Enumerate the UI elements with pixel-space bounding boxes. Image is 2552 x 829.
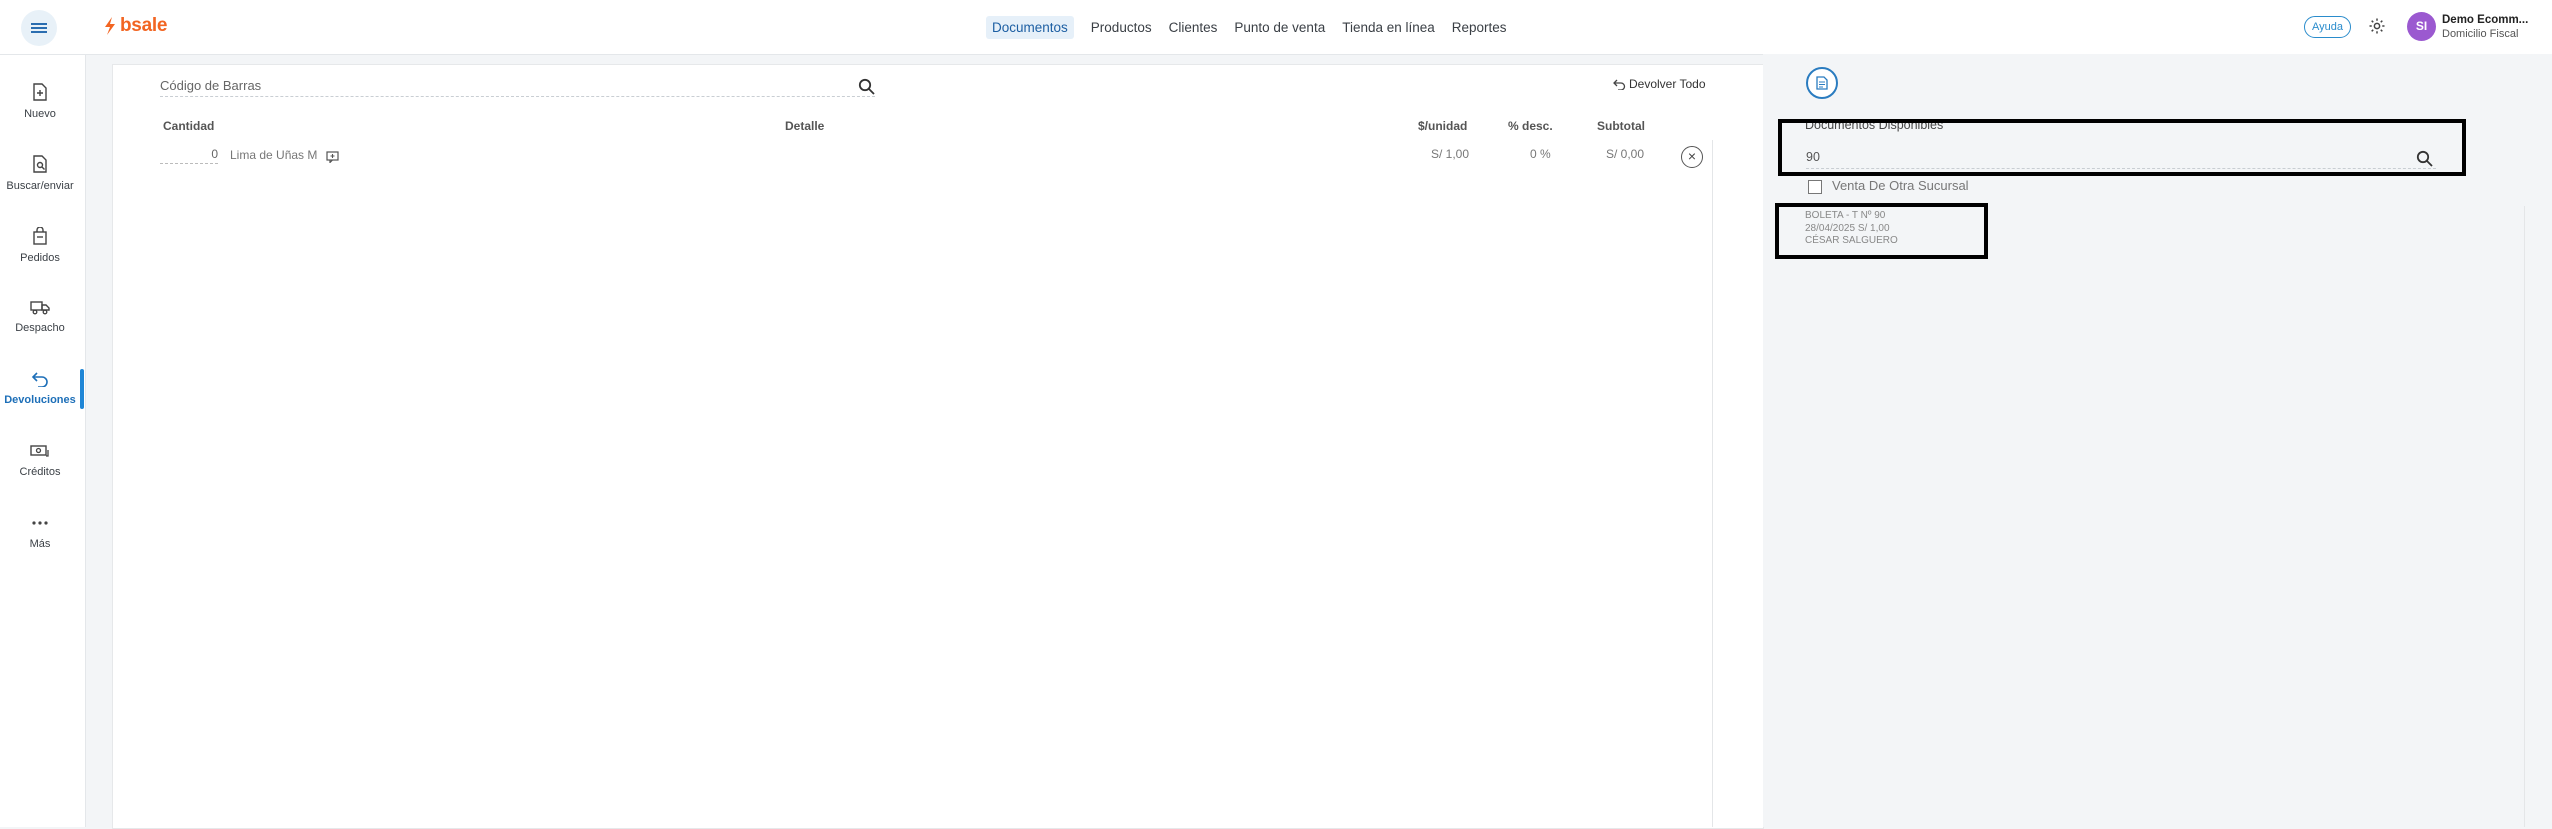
- document-icon: [1816, 76, 1828, 90]
- search-highlight-box: [1778, 119, 2466, 176]
- search-icon[interactable]: [858, 78, 876, 96]
- sidebar-item-label: Buscar/enviar: [6, 180, 74, 192]
- hamburger-menu-button[interactable]: [21, 10, 57, 46]
- money-icon: [30, 445, 49, 457]
- column-header-discount: % desc.: [1508, 119, 1553, 133]
- top-bar: bsale Documentos Productos Clientes Punt…: [0, 0, 2552, 55]
- nav-tienda-en-linea[interactable]: Tienda en línea: [1342, 16, 1435, 39]
- bag-icon: [33, 227, 47, 245]
- user-name[interactable]: Demo Ecomm...: [2442, 14, 2528, 26]
- gear-icon[interactable]: [2368, 17, 2386, 35]
- menu-icon: [31, 21, 47, 35]
- return-document-card: [112, 64, 1764, 829]
- unit-price: S/ 1,00: [1431, 147, 1470, 161]
- file-plus-icon: [33, 83, 47, 101]
- barcode-input[interactable]: Código de Barras: [160, 78, 875, 97]
- subtotal-value: S/ 0,00: [1606, 147, 1645, 161]
- truck-icon: [30, 301, 50, 315]
- sidebar-item-label: Nuevo: [24, 108, 56, 120]
- results-list: [1790, 206, 2525, 827]
- sidebar-item-pedidos[interactable]: Pedidos: [0, 227, 80, 266]
- sidebar-item-creditos[interactable]: Créditos: [0, 443, 80, 480]
- documents-button[interactable]: [1806, 67, 1838, 99]
- return-all-button[interactable]: Devolver Todo: [1613, 77, 1706, 91]
- logo[interactable]: bsale: [104, 15, 167, 37]
- column-header-detail: Detalle: [785, 119, 825, 133]
- nav-documentos[interactable]: Documentos: [986, 16, 1074, 39]
- nav-punto-de-venta[interactable]: Punto de venta: [1234, 16, 1325, 39]
- sidebar-item-label: Devoluciones: [4, 394, 76, 406]
- sidebar-active-indicator: [80, 369, 84, 409]
- more-icon: [32, 521, 48, 525]
- nav-clientes[interactable]: Clientes: [1169, 16, 1218, 39]
- file-search-icon: [33, 155, 47, 173]
- remove-row-button[interactable]: ×: [1681, 146, 1703, 168]
- sidebar-item-label: Pedidos: [20, 252, 60, 264]
- bsale-logo-icon: [105, 17, 115, 35]
- sidebar-item-label: Créditos: [19, 466, 61, 478]
- return-icon: [1613, 79, 1626, 90]
- help-button[interactable]: Ayuda: [2304, 16, 2351, 38]
- sidebar-item-mas[interactable]: Más: [0, 515, 80, 552]
- return-all-label: Devolver Todo: [1629, 77, 1706, 91]
- quantity-input[interactable]: 0: [160, 147, 218, 164]
- other-branch-checkbox[interactable]: [1808, 180, 1822, 194]
- sidebar-item-label: Despacho: [15, 322, 65, 334]
- sidebar-item-nuevo[interactable]: Nuevo: [0, 83, 80, 122]
- other-branch-label: Venta De Otra Sucursal: [1832, 178, 1969, 193]
- column-header-subtotal: Subtotal: [1597, 119, 1645, 133]
- top-navigation: Documentos Productos Clientes Punto de v…: [986, 16, 1524, 39]
- return-icon: [31, 372, 48, 387]
- column-header-quantity: Cantidad: [163, 119, 215, 133]
- sidebar-item-despacho[interactable]: Despacho: [0, 299, 80, 336]
- nav-reportes[interactable]: Reportes: [1452, 16, 1507, 39]
- close-icon: ×: [1687, 148, 1697, 164]
- column-header-unit-price: $/unidad: [1418, 119, 1468, 133]
- logo-text: bsale: [120, 15, 168, 36]
- result-highlight-box: [1775, 203, 1988, 259]
- sidebar-item-label: Más: [29, 538, 51, 550]
- sidebar-item-devoluciones[interactable]: Devoluciones: [0, 371, 80, 408]
- discount-value: 0 %: [1530, 147, 1551, 161]
- nav-productos[interactable]: Productos: [1091, 16, 1152, 39]
- avatar[interactable]: SI: [2407, 12, 2436, 41]
- comment-icon[interactable]: [326, 151, 339, 163]
- product-detail: Lima de Uñas M: [230, 148, 318, 162]
- sidebar-item-buscar-enviar[interactable]: Buscar/enviar: [0, 155, 80, 194]
- sidebar: Nuevo Buscar/enviar Pedidos Despacho Dev…: [0, 55, 86, 827]
- user-location: Domicilio Fiscal: [2442, 28, 2519, 40]
- divider: [1712, 140, 1713, 827]
